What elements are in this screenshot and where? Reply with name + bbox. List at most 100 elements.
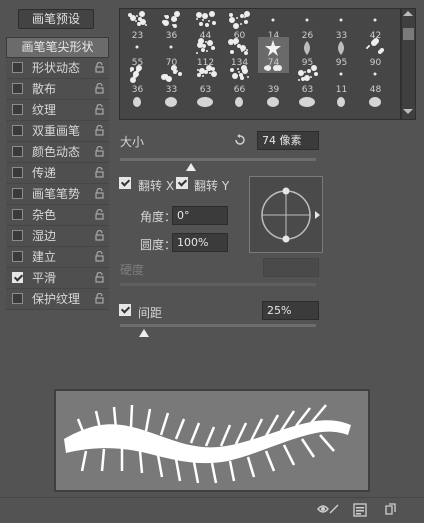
scroll-down-arrow-icon[interactable] [403, 109, 413, 114]
brush-stroke-preview [54, 389, 370, 492]
brush-tip-grid[interactable]: 23 36 44 60 14 26 33 42 55 70 112 134 74 95 95 90 36 33 63… [119, 8, 401, 120]
brush-tip-thumbnail-icon [135, 45, 139, 49]
brush-tip-thumbnail-icon [264, 65, 282, 71]
brush-tip-cell[interactable] [190, 91, 221, 127]
brush-option-label: 平滑 [32, 271, 57, 285]
brush-options-list: 画笔笔尖形状 形状动态散布 纹理双重画笔颜色动态传递画笔笔势杂色 湿边 建立平滑保护纹… [6, 37, 109, 310]
brush-tip-thumbnail-icon [267, 97, 279, 107]
spacing-slider-thumb[interactable] [139, 329, 149, 337]
brush-tip-thumbnail-icon [304, 41, 310, 55]
brush-tip-thumbnail-icon [339, 18, 343, 22]
brush-option-item[interactable]: 平滑 [6, 268, 109, 289]
brush-option-item[interactable]: 形状动态 [6, 58, 109, 79]
brush-tip-thumbnail-icon [133, 97, 141, 107]
brush-option-checkbox[interactable] [12, 230, 23, 241]
brush-option-checkbox[interactable] [12, 146, 23, 157]
spacing-input[interactable]: 25% [262, 301, 319, 320]
lock-icon[interactable] [95, 209, 104, 220]
lock-icon[interactable] [95, 104, 104, 115]
brush-tip-thumbnail-icon [196, 11, 216, 27]
brush-option-item[interactable]: 散布 [6, 79, 109, 100]
brush-option-checkbox[interactable] [12, 83, 23, 94]
brush-tip-cell[interactable] [292, 91, 323, 127]
size-slider-thumb[interactable] [186, 163, 196, 171]
brush-tip-cell[interactable] [326, 91, 357, 127]
brush-stroke-shape [64, 404, 351, 484]
size-slider-track[interactable] [120, 158, 316, 161]
hardness-label: 硬度 [120, 263, 145, 277]
brush-option-checkbox[interactable] [12, 251, 23, 262]
brush-tip-thumbnail-icon [235, 97, 243, 107]
scroll-up-arrow-icon[interactable] [403, 11, 413, 16]
brush-option-item[interactable]: 建立 [6, 247, 109, 268]
brush-option-item[interactable]: 双重画笔 [6, 121, 109, 142]
brush-option-label: 形状动态 [32, 61, 81, 75]
brush-option-item[interactable]: 保护纹理 [6, 289, 109, 310]
lock-icon[interactable] [95, 125, 104, 136]
size-input[interactable]: 74 像素 [257, 131, 319, 150]
brush-tip-thumbnail-icon [162, 11, 180, 28]
toggle-live-tip-preview-icon[interactable] [317, 503, 339, 516]
brush-option-checkbox[interactable] [12, 167, 23, 178]
roundness-input[interactable]: 100% [172, 233, 228, 252]
brush-tip-thumbnail-icon [165, 97, 177, 107]
angle-roundness-widget[interactable] [249, 176, 323, 253]
brush-tip-thumbnail-icon [271, 18, 275, 22]
lock-icon[interactable] [95, 146, 104, 157]
lock-icon[interactable] [95, 272, 104, 283]
angle-label: 角度： [140, 210, 177, 224]
brush-option-checkbox[interactable] [12, 293, 23, 304]
brush-tip-thumbnail-icon [265, 40, 281, 56]
brush-option-checkbox[interactable] [12, 125, 23, 136]
brush-tip-cell[interactable] [224, 91, 255, 127]
brush-tip-thumbnail-icon [366, 38, 384, 54]
brush-option-checkbox[interactable] [12, 209, 23, 220]
flip-x-checkbox[interactable] [119, 177, 131, 189]
brush-tip-cell[interactable] [360, 91, 391, 127]
roundness-label: 圆度： [140, 238, 177, 252]
brush-tip-shape-item[interactable]: 画笔笔尖形状 [6, 37, 109, 58]
brush-panel-menu-icon[interactable] [353, 503, 367, 517]
brush-option-item[interactable]: 杂色 [6, 205, 109, 226]
lock-icon[interactable] [95, 230, 104, 241]
lock-icon[interactable] [95, 251, 104, 262]
brush-option-checkbox[interactable] [12, 188, 23, 199]
lock-icon[interactable] [95, 83, 104, 94]
lock-icon[interactable] [95, 167, 104, 178]
brush-option-checkbox[interactable] [12, 272, 23, 283]
brush-option-item[interactable]: 画笔笔势 [6, 184, 109, 205]
brush-presets-button[interactable]: 画笔预设 [18, 9, 94, 29]
brush-option-item[interactable]: 湿边 [6, 226, 109, 247]
brush-option-item[interactable]: 传递 [6, 163, 109, 184]
brush-tip-thumbnail-icon [337, 97, 345, 107]
brush-option-checkbox[interactable] [12, 104, 23, 115]
hardness-slider-track [120, 283, 316, 286]
flip-y-checkbox[interactable] [176, 177, 188, 189]
brush-tip-thumbnail-icon [339, 72, 343, 76]
brush-tip-cell[interactable] [122, 91, 153, 127]
brush-option-label: 传递 [32, 166, 57, 180]
brush-option-label: 保护纹理 [32, 292, 81, 306]
spacing-slider-track[interactable] [120, 324, 316, 327]
brush-option-checkbox[interactable] [12, 62, 23, 73]
brush-option-label: 双重画笔 [32, 124, 81, 138]
lock-icon[interactable] [95, 188, 104, 199]
brush-option-label: 画笔笔势 [32, 187, 81, 201]
scroll-thumb[interactable] [403, 28, 414, 40]
angle-dial-icon[interactable] [250, 177, 324, 254]
new-brush-preset-icon[interactable] [384, 503, 397, 517]
brush-grid-scrollbar[interactable] [401, 8, 416, 120]
brush-tip-thumbnail-icon [338, 41, 344, 55]
brush-tip-cell[interactable] [156, 91, 187, 127]
reset-size-icon[interactable] [234, 134, 246, 146]
brush-tip-thumbnail-icon [197, 65, 217, 77]
brush-option-label: 颜色动态 [32, 145, 81, 159]
brush-option-item[interactable]: 纹理 [6, 100, 109, 121]
flip-y-label: 翻转 Y [194, 179, 230, 193]
lock-icon[interactable] [95, 293, 104, 304]
angle-input[interactable]: 0° [172, 206, 228, 225]
lock-icon[interactable] [95, 62, 104, 73]
brush-tip-cell[interactable] [258, 91, 289, 127]
spacing-checkbox[interactable] [119, 304, 131, 316]
brush-option-item[interactable]: 颜色动态 [6, 142, 109, 163]
